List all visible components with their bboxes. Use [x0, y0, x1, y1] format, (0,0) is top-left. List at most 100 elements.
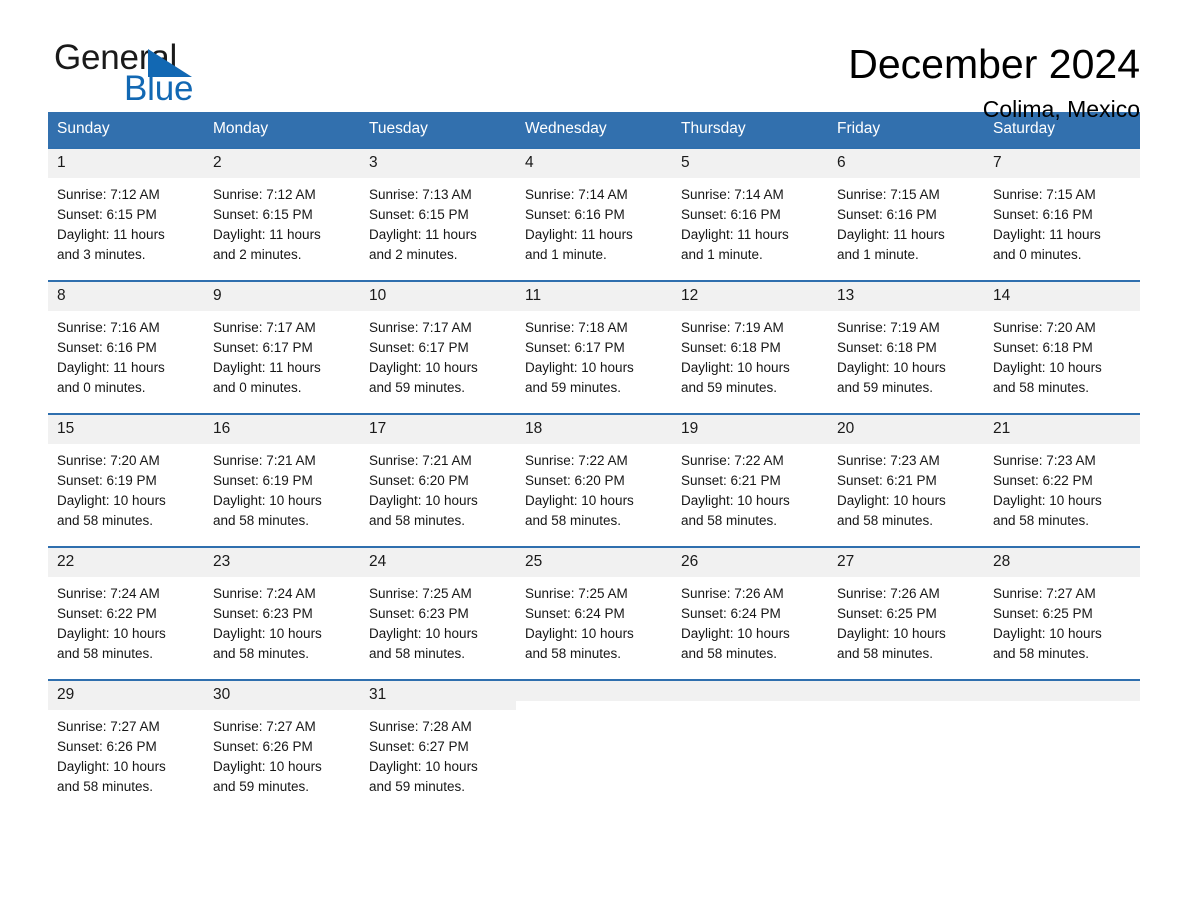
calendar-day-cell[interactable]: 27 Sunrise: 7:26 AM Sunset: 6:25 PM Dayligh… [828, 546, 984, 680]
daylight-duration-line2: and 58 minutes. [57, 646, 154, 661]
generalblue-logo[interactable]: General Blue [48, 38, 248, 112]
sunset-time: Sunset: 6:25 PM [837, 606, 937, 621]
calendar-day-cell[interactable]: 16 Sunrise: 7:21 AM Sunset: 6:19 PM Dayligh… [204, 413, 360, 547]
day-details: Sunrise: 7:12 AM Sunset: 6:15 PM Daylight:… [48, 178, 204, 280]
day-number: 9 [204, 282, 360, 311]
sunrise-time: Sunrise: 7:27 AM [993, 586, 1096, 601]
daylight-duration-line2: and 59 minutes. [369, 779, 466, 794]
day-number: 11 [516, 282, 672, 311]
sunset-time: Sunset: 6:16 PM [57, 340, 157, 355]
daylight-duration-line2: and 0 minutes. [213, 380, 302, 395]
daylight-duration-line1: Daylight: 10 hours [369, 493, 478, 508]
calendar-day-cell[interactable]: 21 Sunrise: 7:23 AM Sunset: 6:22 PM Dayligh… [984, 413, 1140, 547]
calendar-day-cell[interactable]: 18 Sunrise: 7:22 AM Sunset: 6:20 PM Dayligh… [516, 413, 672, 547]
day-details: Sunrise: 7:25 AM Sunset: 6:24 PM Daylight:… [516, 577, 672, 679]
calendar-day-cell[interactable]: 29 Sunrise: 7:27 AM Sunset: 6:26 PM Dayligh… [48, 679, 204, 811]
calendar-day-cell[interactable]: 1 Sunrise: 7:12 AM Sunset: 6:15 PM Daylight… [48, 147, 204, 281]
sunrise-time: Sunrise: 7:24 AM [57, 586, 160, 601]
daylight-duration-line1: Daylight: 10 hours [213, 493, 322, 508]
calendar-day-cell[interactable]: 26 Sunrise: 7:26 AM Sunset: 6:24 PM Dayligh… [672, 546, 828, 680]
daylight-duration-line2: and 58 minutes. [993, 513, 1090, 528]
calendar-day-cell[interactable]: 20 Sunrise: 7:23 AM Sunset: 6:21 PM Dayligh… [828, 413, 984, 547]
page-header: General Blue December 2024 Colima, Mexic… [48, 0, 1140, 122]
sunset-time: Sunset: 6:15 PM [369, 207, 469, 222]
daylight-duration-line1: Daylight: 10 hours [681, 360, 790, 375]
weekday-header-thursday: Thursday [672, 112, 828, 148]
daylight-duration-line1: Daylight: 10 hours [837, 493, 946, 508]
calendar-week-row: 15 Sunrise: 7:20 AM Sunset: 6:19 PM Dayligh… [48, 413, 1140, 547]
calendar-page: General Blue December 2024 Colima, Mexic… [0, 0, 1188, 918]
daylight-duration-line1: Daylight: 11 hours [57, 227, 165, 242]
calendar-day-cell[interactable]: 17 Sunrise: 7:21 AM Sunset: 6:20 PM Dayligh… [360, 413, 516, 547]
daylight-duration-line1: Daylight: 10 hours [525, 493, 634, 508]
calendar-day-cell[interactable]: 19 Sunrise: 7:22 AM Sunset: 6:21 PM Dayligh… [672, 413, 828, 547]
sunrise-time: Sunrise: 7:19 AM [681, 320, 784, 335]
sunrise-time: Sunrise: 7:14 AM [681, 187, 784, 202]
day-number: 1 [48, 149, 204, 178]
day-details: Sunrise: 7:18 AM Sunset: 6:17 PM Daylight:… [516, 311, 672, 413]
calendar-day-cell[interactable]: 22 Sunrise: 7:24 AM Sunset: 6:22 PM Dayligh… [48, 546, 204, 680]
day-number: 8 [48, 282, 204, 311]
sunrise-time: Sunrise: 7:25 AM [369, 586, 472, 601]
day-details: Sunrise: 7:26 AM Sunset: 6:24 PM Daylight:… [672, 577, 828, 679]
daylight-duration-line2: and 58 minutes. [837, 513, 934, 528]
calendar-day-cell[interactable]: 31 Sunrise: 7:28 AM Sunset: 6:27 PM Dayligh… [360, 679, 516, 811]
sunset-time: Sunset: 6:16 PM [681, 207, 781, 222]
calendar-day-cell[interactable]: 11 Sunrise: 7:18 AM Sunset: 6:17 PM Dayligh… [516, 280, 672, 414]
calendar-day-cell[interactable]: 12 Sunrise: 7:19 AM Sunset: 6:18 PM Dayligh… [672, 280, 828, 414]
sunrise-time: Sunrise: 7:18 AM [525, 320, 628, 335]
day-details: Sunrise: 7:16 AM Sunset: 6:16 PM Daylight:… [48, 311, 204, 413]
calendar-day-cell[interactable]: 8 Sunrise: 7:16 AM Sunset: 6:16 PM Daylight… [48, 280, 204, 414]
calendar-day-cell[interactable]: 14 Sunrise: 7:20 AM Sunset: 6:18 PM Dayligh… [984, 280, 1140, 414]
calendar-day-cell[interactable]: 23 Sunrise: 7:24 AM Sunset: 6:23 PM Dayligh… [204, 546, 360, 680]
day-details: Sunrise: 7:22 AM Sunset: 6:21 PM Daylight:… [672, 444, 828, 546]
daylight-duration-line1: Daylight: 10 hours [57, 493, 166, 508]
day-details: Sunrise: 7:27 AM Sunset: 6:26 PM Daylight:… [204, 710, 360, 811]
sunrise-time: Sunrise: 7:25 AM [525, 586, 628, 601]
day-number [672, 681, 828, 701]
daylight-duration-line1: Daylight: 10 hours [525, 626, 634, 641]
calendar-day-cell-empty [828, 679, 984, 811]
day-details: Sunrise: 7:14 AM Sunset: 6:16 PM Daylight:… [672, 178, 828, 280]
calendar-day-cell[interactable]: 4 Sunrise: 7:14 AM Sunset: 6:16 PM Daylight… [516, 147, 672, 281]
daylight-duration-line1: Daylight: 10 hours [525, 360, 634, 375]
daylight-duration-line2: and 58 minutes. [57, 779, 154, 794]
calendar-day-cell[interactable]: 6 Sunrise: 7:15 AM Sunset: 6:16 PM Daylight… [828, 147, 984, 281]
daylight-duration-line1: Daylight: 10 hours [993, 626, 1102, 641]
sunset-time: Sunset: 6:17 PM [525, 340, 625, 355]
page-title: December 2024 [848, 41, 1140, 87]
sunset-time: Sunset: 6:24 PM [681, 606, 781, 621]
calendar-day-cell[interactable]: 24 Sunrise: 7:25 AM Sunset: 6:23 PM Dayligh… [360, 546, 516, 680]
calendar-day-cell-empty [516, 679, 672, 811]
day-details: Sunrise: 7:24 AM Sunset: 6:22 PM Daylight:… [48, 577, 204, 679]
calendar-day-cell[interactable]: 7 Sunrise: 7:15 AM Sunset: 6:16 PM Daylight… [984, 147, 1140, 281]
day-number: 23 [204, 548, 360, 577]
calendar-day-cell[interactable]: 25 Sunrise: 7:25 AM Sunset: 6:24 PM Dayligh… [516, 546, 672, 680]
calendar-day-cell[interactable]: 28 Sunrise: 7:27 AM Sunset: 6:25 PM Dayligh… [984, 546, 1140, 680]
calendar-body: 1 Sunrise: 7:12 AM Sunset: 6:15 PM Daylight… [48, 147, 1140, 811]
sunrise-time: Sunrise: 7:21 AM [213, 453, 316, 468]
calendar-week-row: 8 Sunrise: 7:16 AM Sunset: 6:16 PM Daylight… [48, 280, 1140, 414]
sunset-time: Sunset: 6:18 PM [837, 340, 937, 355]
sunrise-time: Sunrise: 7:27 AM [213, 719, 316, 734]
calendar-day-cell[interactable]: 2 Sunrise: 7:12 AM Sunset: 6:15 PM Daylight… [204, 147, 360, 281]
daylight-duration-line2: and 58 minutes. [369, 513, 466, 528]
weekday-header-monday: Monday [204, 112, 360, 148]
calendar-day-cell[interactable]: 9 Sunrise: 7:17 AM Sunset: 6:17 PM Daylight… [204, 280, 360, 414]
day-details: Sunrise: 7:15 AM Sunset: 6:16 PM Daylight:… [984, 178, 1140, 280]
calendar-day-cell[interactable]: 15 Sunrise: 7:20 AM Sunset: 6:19 PM Dayligh… [48, 413, 204, 547]
daylight-duration-line1: Daylight: 11 hours [525, 227, 633, 242]
daylight-duration-line2: and 58 minutes. [525, 513, 622, 528]
sunrise-time: Sunrise: 7:28 AM [369, 719, 472, 734]
calendar-day-cell[interactable]: 3 Sunrise: 7:13 AM Sunset: 6:15 PM Daylight… [360, 147, 516, 281]
day-details: Sunrise: 7:21 AM Sunset: 6:20 PM Daylight:… [360, 444, 516, 546]
calendar-day-cell[interactable]: 13 Sunrise: 7:19 AM Sunset: 6:18 PM Dayligh… [828, 280, 984, 414]
daylight-duration-line2: and 1 minute. [525, 247, 607, 262]
day-details: Sunrise: 7:20 AM Sunset: 6:19 PM Daylight:… [48, 444, 204, 546]
calendar-day-cell[interactable]: 30 Sunrise: 7:27 AM Sunset: 6:26 PM Dayligh… [204, 679, 360, 811]
sunset-time: Sunset: 6:20 PM [525, 473, 625, 488]
day-details [516, 701, 672, 797]
sunset-time: Sunset: 6:24 PM [525, 606, 625, 621]
calendar-day-cell[interactable]: 5 Sunrise: 7:14 AM Sunset: 6:16 PM Daylight… [672, 147, 828, 281]
calendar-day-cell[interactable]: 10 Sunrise: 7:17 AM Sunset: 6:17 PM Dayligh… [360, 280, 516, 414]
